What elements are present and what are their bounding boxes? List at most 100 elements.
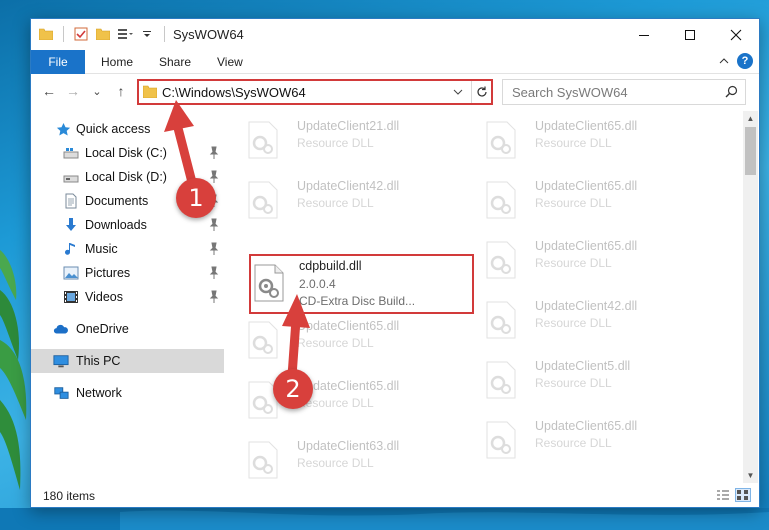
sidebar-item-label: Documents [85, 194, 149, 208]
pin-icon[interactable] [209, 218, 219, 232]
sidebar-item-quick-access[interactable]: Quick access [31, 117, 224, 141]
status-bar: 180 items [31, 485, 759, 507]
sidebar-item-label: Network [76, 386, 122, 400]
file-name: UpdateClient65.dll [535, 119, 638, 133]
scroll-down-icon[interactable]: ▼ [743, 468, 758, 483]
file-description: Resource DLL [297, 456, 374, 470]
search-icon[interactable] [725, 85, 738, 101]
file-description: Resource DLL [297, 196, 374, 210]
recent-locations-button[interactable]: ⌄ [87, 81, 107, 101]
sidebar-item-music[interactable]: Music [31, 237, 224, 261]
quick-access-toolbar [37, 25, 169, 43]
sidebar-item-label: Music [85, 242, 118, 256]
network-icon [53, 385, 69, 401]
file-item[interactable]: UpdateClient65.dll Resource DLL [227, 371, 457, 427]
toolbar-separator [164, 26, 165, 42]
address-dropdown-icon[interactable] [453, 84, 467, 100]
tab-view[interactable]: View [217, 50, 243, 74]
file-name: UpdateClient42.dll [535, 299, 638, 313]
help-icon[interactable]: ? [737, 53, 753, 69]
sidebar-item-label: OneDrive [76, 322, 129, 336]
dll-file-icon [485, 361, 517, 399]
file-item[interactable]: UpdateClient5.dll Resource DLL [465, 351, 695, 407]
vertical-scrollbar[interactable]: ▲ ▼ [743, 111, 758, 483]
file-item[interactable]: UpdateClient21.dll Resource DLL [227, 111, 457, 167]
back-button[interactable]: ← [39, 81, 59, 101]
up-button[interactable]: ↑ [111, 81, 131, 101]
search-box[interactable]: Search SysWOW64 [502, 79, 746, 105]
ribbon-tabs: File Home Share View ? [31, 50, 759, 74]
expand-ribbon-icon[interactable] [719, 54, 729, 68]
sidebar-item-onedrive[interactable]: OneDrive [31, 317, 224, 341]
file-description: Resource DLL [535, 136, 612, 150]
address-bar[interactable]: C:\Windows\SysWOW64 [137, 79, 493, 105]
pin-icon[interactable] [209, 242, 219, 256]
sidebar-item-this-pc[interactable]: This PC [31, 349, 224, 373]
file-item[interactable]: UpdateClient65.dll Resource DLL [465, 171, 695, 227]
tab-home[interactable]: Home [101, 50, 133, 74]
file-item[interactable]: UpdateClient65.dll Resource DLL [465, 411, 695, 467]
file-version: 2.0.0.4 [299, 277, 336, 291]
file-name: UpdateClient65.dll [297, 319, 400, 333]
window-title: SysWOW64 [173, 27, 244, 42]
file-name: UpdateClient65.dll [535, 179, 638, 193]
file-name: UpdateClient65.dll [535, 419, 638, 433]
view-toggle [715, 488, 751, 502]
sidebar-item-network[interactable]: Network [31, 381, 224, 405]
file-explorer-window: SysWOW64 File Home Share View ? ← → ⌄ ↑ … [30, 18, 760, 508]
sidebar-item-videos[interactable]: Videos [31, 285, 224, 309]
pin-icon[interactable] [209, 146, 219, 160]
refresh-button[interactable] [471, 81, 491, 103]
search-input[interactable]: Search SysWOW64 [512, 85, 628, 100]
forward-button[interactable]: → [63, 81, 83, 101]
dll-file-icon [247, 441, 279, 479]
maximize-button[interactable] [667, 19, 713, 50]
file-item[interactable]: UpdateClient65.dll Resource DLL [227, 311, 457, 367]
file-description: Resource DLL [535, 376, 612, 390]
navigation-pane: Quick access Local Disk (C:) Local Disk … [31, 111, 226, 479]
new-folder-icon[interactable] [94, 25, 112, 43]
window-controls [621, 19, 759, 50]
file-description: Resource DLL [535, 436, 612, 450]
customize-qat-icon[interactable] [116, 25, 134, 43]
sidebar-item-label: Downloads [85, 218, 147, 232]
sidebar-item-label: Quick access [76, 122, 151, 136]
address-path[interactable]: C:\Windows\SysWOW64 [162, 85, 306, 100]
file-item[interactable]: UpdateClient63.dll Resource DLL [227, 431, 457, 479]
pin-icon[interactable] [209, 290, 219, 304]
qat-dropdown-icon[interactable] [138, 25, 156, 43]
computer-icon [53, 353, 69, 369]
file-item[interactable]: UpdateClient42.dll Resource DLL [227, 171, 457, 227]
title-bar: SysWOW64 [31, 19, 759, 50]
details-view-icon[interactable] [715, 488, 731, 502]
file-description: Resource DLL [297, 136, 374, 150]
tiles-view-icon[interactable] [735, 488, 751, 502]
file-item[interactable]: UpdateClient65.dll Resource DLL [465, 111, 695, 167]
file-name: cdpbuild.dll [299, 259, 362, 273]
music-icon [63, 241, 79, 257]
folder-icon [37, 25, 55, 43]
videos-icon [63, 289, 79, 305]
file-description: Resource DLL [535, 196, 612, 210]
step-callout-1: 1 [176, 178, 216, 218]
pin-icon[interactable] [209, 266, 219, 280]
sidebar-item-pictures[interactable]: Pictures [31, 261, 224, 285]
scrollbar-thumb[interactable] [745, 127, 756, 175]
sidebar-item-local-disk-c[interactable]: Local Disk (C:) [31, 141, 224, 165]
close-button[interactable] [713, 19, 759, 50]
tab-file[interactable]: File [31, 50, 85, 74]
sidebar-item-label: Pictures [85, 266, 131, 280]
file-item[interactable]: UpdateClient65.dll Resource DLL [465, 231, 695, 287]
tab-share[interactable]: Share [159, 50, 191, 74]
dll-file-icon [485, 421, 517, 459]
file-item[interactable]: UpdateClient42.dll Resource DLL [465, 291, 695, 347]
minimize-button[interactable] [621, 19, 667, 50]
file-description: Resource DLL [535, 316, 612, 330]
file-name: UpdateClient21.dll [297, 119, 400, 133]
scroll-up-icon[interactable]: ▲ [743, 111, 758, 126]
file-item-cdpbuild[interactable]: cdpbuild.dll 2.0.0.4 CD-Extra Disc Build… [249, 254, 474, 314]
properties-icon[interactable] [72, 25, 90, 43]
pin-icon[interactable] [209, 170, 219, 184]
drive-icon [63, 145, 79, 161]
dll-file-icon [253, 264, 285, 302]
